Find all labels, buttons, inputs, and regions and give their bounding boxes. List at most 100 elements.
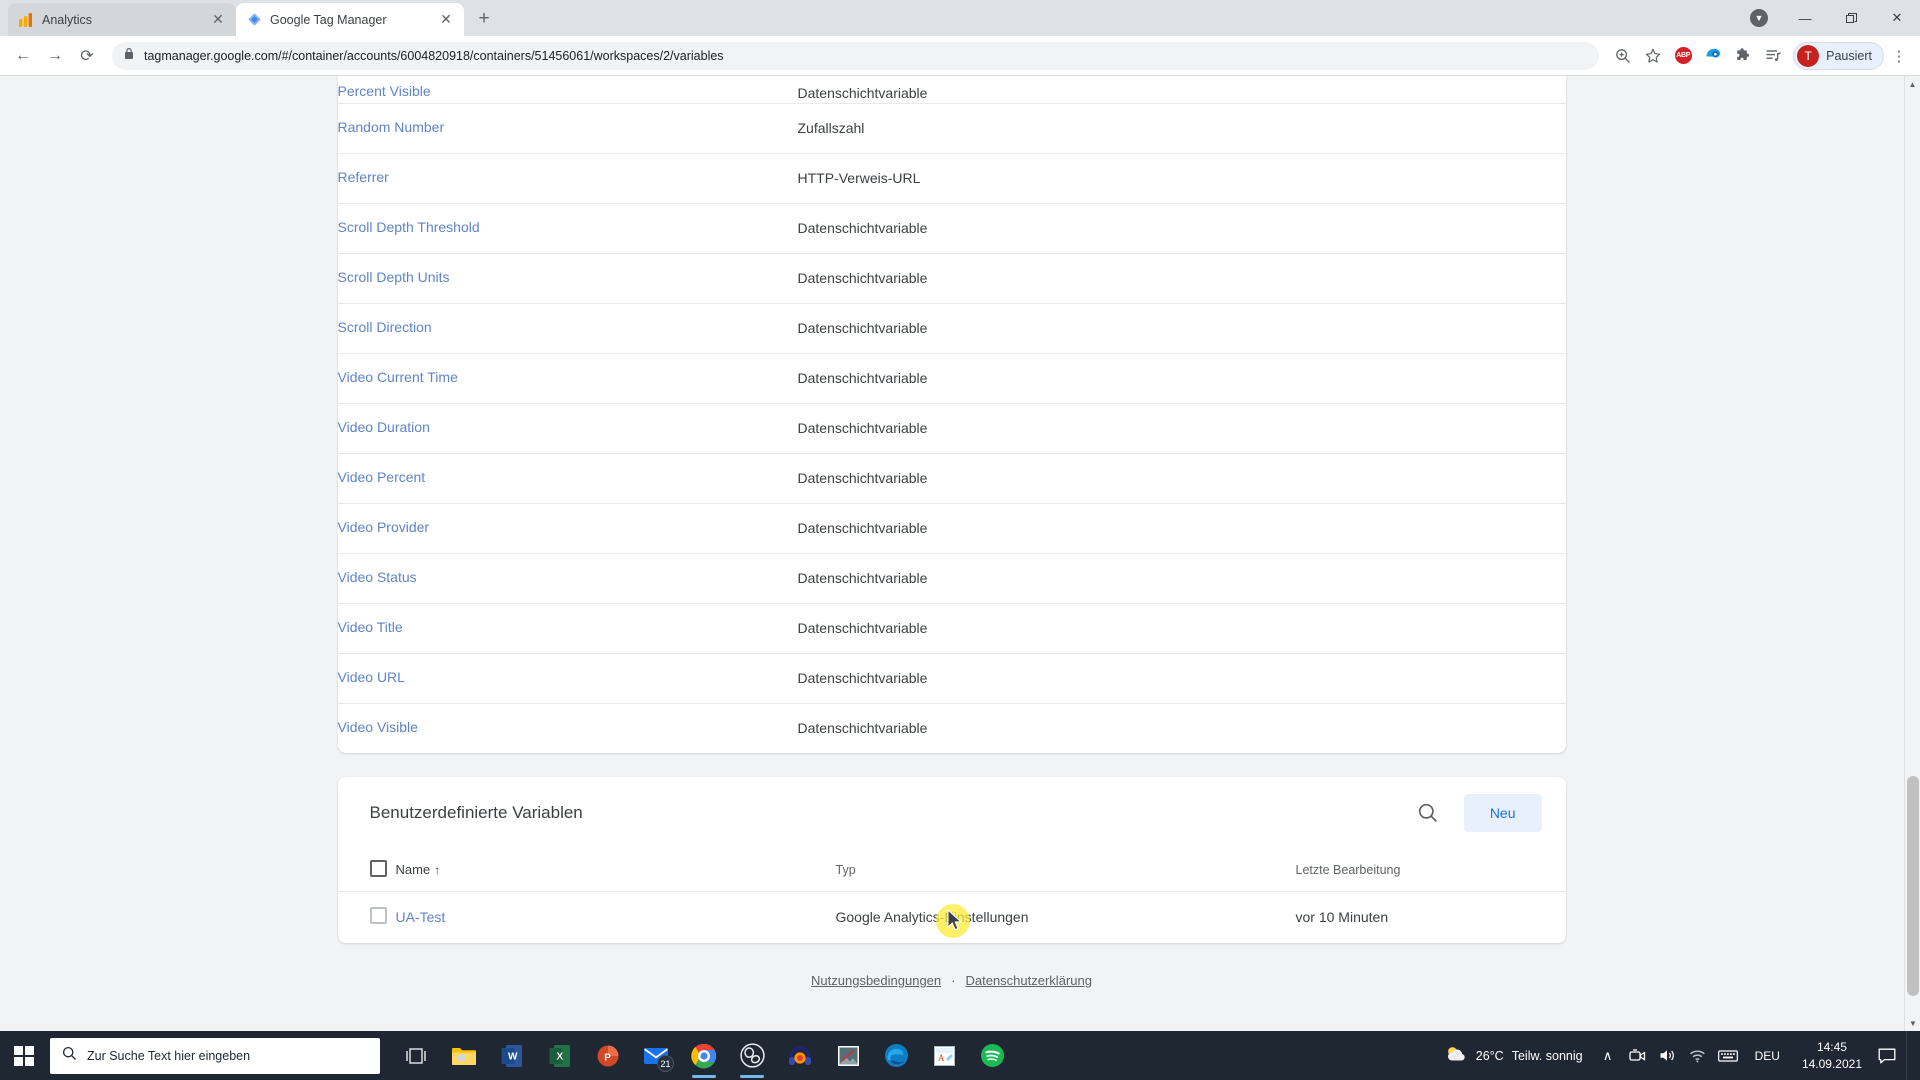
table-row[interactable]: Random Number Zufallszahl (337, 102, 1566, 153)
notification-icon[interactable] (1872, 1031, 1902, 1080)
address-bar[interactable]: tagmanager.google.com/#/container/accoun… (112, 41, 1600, 70)
close-window-button[interactable]: ✕ (1874, 2, 1920, 34)
table-row[interactable]: Video Percent Datenschichtvariable (337, 452, 1566, 503)
close-icon[interactable]: ✕ (438, 11, 454, 28)
variable-type-cell: Datenschichtvariable (797, 452, 1566, 503)
custom-variables-card: Benutzerdefinierte Variablen Neu Name ↑ … (337, 777, 1566, 943)
chrome-icon[interactable] (680, 1031, 728, 1080)
edge-icon[interactable] (872, 1031, 920, 1080)
wifi-icon[interactable] (1683, 1031, 1713, 1080)
variable-name-cell: Referrer (337, 152, 798, 203)
keyboard-language[interactable]: DEU (1743, 1049, 1792, 1063)
bookmark-star-icon[interactable] (1639, 42, 1667, 70)
column-header-last-edit[interactable]: Letzte Bearbeitung (1296, 849, 1566, 891)
scroll-up-arrow-icon[interactable]: ▲ (1905, 76, 1920, 92)
adblock-plus-icon[interactable]: ABP (1669, 42, 1697, 70)
forward-icon[interactable]: → (40, 41, 70, 71)
table-row[interactable]: Scroll Depth Threshold Datenschichtvariab… (337, 202, 1566, 253)
headphones-icon[interactable] (776, 1031, 824, 1080)
table-row[interactable]: Scroll Depth Units Datenschichtvariable (337, 252, 1566, 303)
volume-icon[interactable] (1653, 1031, 1683, 1080)
minimize-button[interactable]: — (1782, 2, 1828, 34)
select-all-checkbox[interactable] (369, 859, 387, 877)
table-row[interactable]: Percent Visible Datenschichtvariable (338, 76, 1566, 103)
search-icon (62, 1046, 77, 1066)
variable-link[interactable]: Video Title (338, 619, 403, 635)
windows-start-icon[interactable] (0, 1031, 48, 1080)
file-explorer-icon[interactable] (440, 1031, 488, 1080)
table-row[interactable]: Video Visible Datenschichtvariable (337, 702, 1566, 753)
close-icon[interactable]: ✕ (210, 11, 226, 28)
new-tab-button[interactable]: + (470, 5, 498, 33)
table-row[interactable]: Video URL Datenschichtvariable (337, 652, 1566, 703)
scroll-down-arrow-icon[interactable]: ▼ (1905, 1015, 1920, 1031)
maximize-restore-button[interactable] (1828, 2, 1874, 34)
clock-widget[interactable]: 14:45 14.09.2021 (1792, 1039, 1872, 1071)
variable-link[interactable]: Video Current Time (338, 369, 458, 385)
table-row[interactable]: Video Status Datenschichtvariable (337, 552, 1566, 603)
table-row[interactable]: UA-Test Google Analytics-Einstellungen vor… (337, 890, 1566, 943)
obs-icon[interactable] (728, 1031, 776, 1080)
variable-link[interactable]: Video URL (338, 669, 405, 685)
variable-link[interactable]: Percent Visible (338, 83, 431, 99)
tab-analytics[interactable]: Analytics ✕ (8, 3, 236, 36)
profile-button[interactable]: T Pausiert (1793, 41, 1884, 70)
download-indicator-icon[interactable]: ▼ (1736, 2, 1782, 34)
tab-strip: Analytics ✕ Google Tag Manager ✕ + ▼ — ✕ (0, 0, 1920, 36)
paint-icon[interactable]: A (920, 1031, 968, 1080)
page-scrollbar[interactable]: ▲ ▼ (1904, 76, 1920, 1031)
show-desktop-button[interactable] (1906, 1031, 1916, 1080)
variable-link[interactable]: Video Percent (338, 469, 426, 485)
three-dot-menu-icon[interactable]: ⋮ (1886, 42, 1912, 70)
variable-link[interactable]: Video Duration (338, 419, 430, 435)
column-header-name[interactable]: Name ↑ (396, 849, 836, 891)
svg-text:X: X (557, 1051, 564, 1062)
powerpoint-icon[interactable]: P (584, 1031, 632, 1080)
weather-widget[interactable]: 26°C Teilw. sonnig (1440, 1044, 1593, 1067)
reading-list-icon[interactable] (1759, 42, 1787, 70)
reload-icon[interactable]: ⟳ (72, 41, 102, 71)
mail-icon[interactable]: 21 (632, 1031, 680, 1080)
table-row[interactable]: Scroll Direction Datenschichtvariable (337, 302, 1566, 353)
table-row[interactable]: Video Current Time Datenschichtvariable (337, 352, 1566, 403)
spotify-icon[interactable] (968, 1031, 1016, 1080)
variable-link[interactable]: Scroll Direction (338, 319, 432, 335)
adblock-label: ABP (1674, 47, 1692, 64)
zoom-in-icon[interactable] (1609, 42, 1637, 70)
new-variable-button[interactable]: Neu (1463, 794, 1542, 832)
variable-link[interactable]: Video Status (338, 569, 417, 585)
variable-link[interactable]: Video Provider (338, 519, 430, 535)
table-row[interactable]: Video Duration Datenschichtvariable (337, 402, 1566, 453)
privacy-link[interactable]: Datenschutzerklärung (965, 973, 1091, 988)
chevron-up-icon[interactable]: ∧ (1593, 1031, 1623, 1080)
terms-link[interactable]: Nutzungsbedingungen (811, 973, 941, 988)
variable-link[interactable]: Scroll Depth Threshold (338, 219, 480, 235)
variable-type-cell: Datenschichtvariable (797, 602, 1566, 653)
keyboard-icon[interactable] (1713, 1031, 1743, 1080)
camera-icon[interactable] (1623, 1031, 1653, 1080)
table-row[interactable]: Video Provider Datenschichtvariable (337, 502, 1566, 553)
row-checkbox[interactable] (369, 907, 387, 925)
variable-link[interactable]: Referrer (338, 169, 389, 185)
taskbar-search-input[interactable]: Zur Suche Text hier eingeben (50, 1037, 380, 1074)
variable-link[interactable]: Random Number (338, 119, 445, 135)
task-view-icon[interactable] (392, 1031, 440, 1080)
taskbar-search-placeholder: Zur Suche Text hier eingeben (87, 1048, 251, 1063)
excel-icon[interactable]: X (536, 1031, 584, 1080)
tab-google-tag-manager[interactable]: Google Tag Manager ✕ (236, 3, 464, 36)
scrollbar-thumb[interactable] (1907, 776, 1919, 996)
variable-link[interactable]: UA-Test (396, 909, 446, 925)
variable-link[interactable]: Video Visible (338, 719, 418, 735)
photos-icon[interactable] (824, 1031, 872, 1080)
extensions-puzzle-icon[interactable] (1729, 42, 1757, 70)
extension-blue-icon[interactable] (1699, 42, 1727, 70)
variable-type-cell: HTTP-Verweis-URL (797, 152, 1566, 203)
search-icon[interactable] (1408, 793, 1448, 833)
browser-window: Analytics ✕ Google Tag Manager ✕ + ▼ — ✕ (0, 0, 1920, 1031)
table-row[interactable]: Video Title Datenschichtvariable (337, 602, 1566, 653)
variable-link[interactable]: Scroll Depth Units (338, 269, 450, 285)
back-icon[interactable]: ← (8, 41, 38, 71)
table-row[interactable]: Referrer HTTP-Verweis-URL (337, 152, 1566, 203)
column-header-type[interactable]: Typ (836, 849, 1296, 891)
word-icon[interactable]: W (488, 1031, 536, 1080)
